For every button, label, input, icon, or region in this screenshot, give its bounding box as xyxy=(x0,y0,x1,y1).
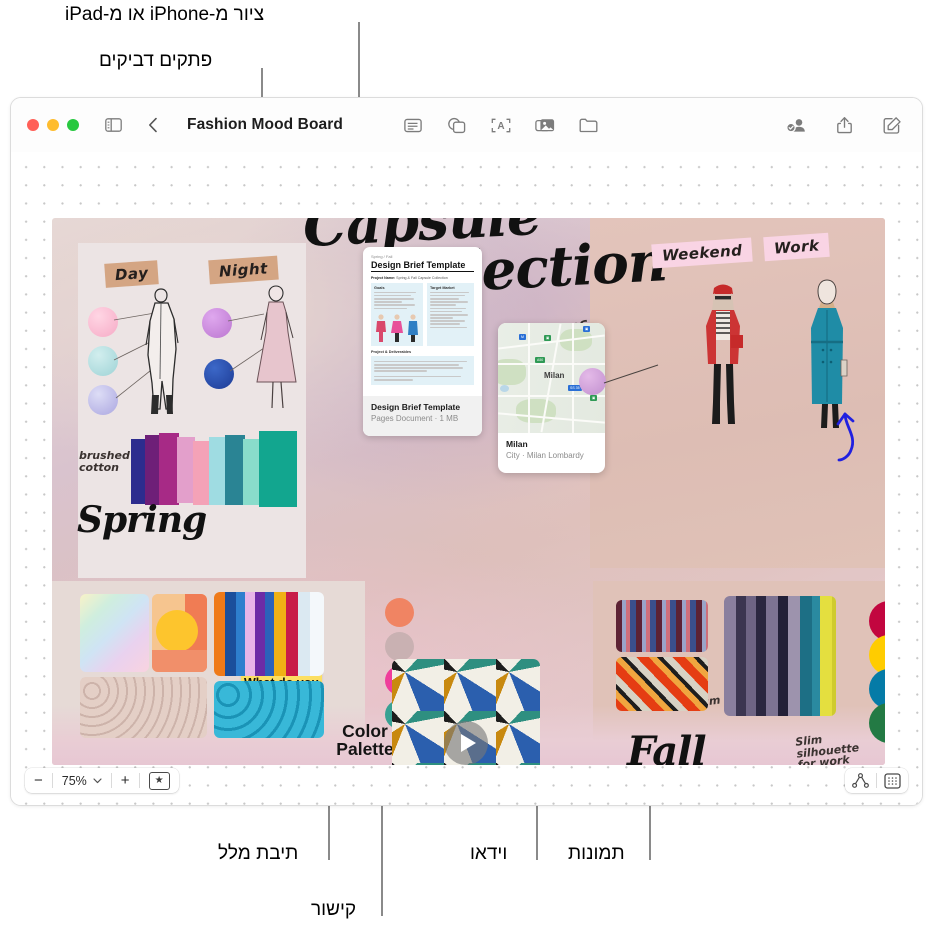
photos-icon[interactable] xyxy=(531,112,559,138)
map-link-card[interactable]: M A50 ▣ ▣ SS 35 ▣ Milan Milan City · Mil… xyxy=(498,323,605,473)
handwriting-slim-silhouette: Slim silhouette for work days xyxy=(794,732,860,765)
fashion-sketch-night xyxy=(256,285,297,409)
sidebar-icon[interactable] xyxy=(99,112,127,138)
zoom-to-fit-button[interactable]: ★ xyxy=(140,768,179,793)
window-titlebar: Fashion Mood Board A xyxy=(11,98,922,153)
document-project-line: Project Name: Spring & Fall Capsule Coll… xyxy=(371,276,474,280)
document-title: Fashion Mood Board xyxy=(187,116,343,133)
photo-tile-turquoise-stones[interactable] xyxy=(214,681,324,738)
traffic-lights xyxy=(27,119,79,131)
document-card-title: Design Brief Template xyxy=(371,402,461,412)
text-box-color-palette[interactable]: Color Palette xyxy=(333,722,397,759)
text-box-icon[interactable]: A xyxy=(487,112,515,138)
photo-tile-orange-textile[interactable] xyxy=(616,657,708,711)
minimize-button[interactable] xyxy=(47,119,59,131)
tape-label-work: Work xyxy=(763,232,831,262)
photo-tile-ribbed-fabric[interactable] xyxy=(724,596,836,716)
map-badge-road-a50: A50 xyxy=(535,357,546,363)
zoom-level-value: 75% xyxy=(61,773,87,788)
callout-video: וידאו xyxy=(470,843,508,864)
document-column-market: Target Market xyxy=(427,283,474,347)
play-triangle-icon xyxy=(460,734,476,752)
map-card-subtitle: City · Milan Lombardy xyxy=(506,451,584,460)
document-column-goals-heading: Goals xyxy=(374,286,385,290)
document-project-label: Project Name: xyxy=(371,276,396,280)
accent-dot-connector xyxy=(603,364,659,384)
view-controls xyxy=(845,768,908,793)
document-project-value: Spring & Fall Capsule Collection xyxy=(396,276,448,280)
svg-text:A: A xyxy=(497,121,504,132)
map-badge-poi-3: ▣ xyxy=(590,395,598,401)
compose-icon[interactable] xyxy=(878,112,906,138)
grid-view-icon[interactable] xyxy=(877,768,908,793)
handwriting-fall: Fall xyxy=(627,728,707,765)
share-icon[interactable] xyxy=(830,112,858,138)
file-folder-icon[interactable] xyxy=(575,112,603,138)
document-link-card[interactable]: Spring / Fall Design Brief Template Proj… xyxy=(363,247,482,436)
map-city-label: Milan xyxy=(544,371,565,380)
map-badge-poi-1: ▣ xyxy=(544,335,552,341)
document-columns: Goals Target Market xyxy=(371,283,474,347)
callout-drawing: ציור מ-iPhone או מ-iPad xyxy=(65,4,265,25)
document-column-goals: Goals xyxy=(371,283,423,347)
chevron-down-icon xyxy=(93,777,102,783)
photo-tile-roses[interactable] xyxy=(80,677,207,738)
collaborate-icon[interactable] xyxy=(782,112,810,138)
callout-photos: תמונות xyxy=(568,843,625,864)
blue-arrow-annotation xyxy=(836,412,855,462)
document-column-market-heading: Target Market xyxy=(430,286,455,290)
map-card-footer: Milan City · Milan Lombardy xyxy=(498,433,605,473)
palette-swatch-left-2[interactable] xyxy=(385,632,414,661)
document-heading: Design Brief Template xyxy=(371,260,474,272)
photo-tile-chevron-knit[interactable] xyxy=(616,600,708,652)
toolbar-insert-group: A xyxy=(399,112,603,138)
photo-tile-watercolor[interactable] xyxy=(80,594,149,672)
back-chevron-icon[interactable] xyxy=(139,112,167,138)
document-card-subtitle: Pages Document · 1 MB xyxy=(371,414,459,423)
document-preview: Spring / Fall Design Brief Template Proj… xyxy=(363,247,482,386)
palette-swatch-left-1[interactable] xyxy=(385,598,414,627)
handwriting-spring: Spring xyxy=(77,499,207,541)
zoom-controls: − 75% + ★ xyxy=(25,768,179,793)
document-kicker: Spring / Fall xyxy=(371,254,393,259)
text-note-icon[interactable] xyxy=(399,112,427,138)
map-badge-transit: M xyxy=(519,334,526,340)
map-card-title: Milan xyxy=(506,439,528,449)
board-canvas[interactable]: Day Night brushed cotton Spring Capsule … xyxy=(11,152,922,805)
zoom-level-menu[interactable]: 75% xyxy=(53,768,111,793)
close-button[interactable] xyxy=(27,119,39,131)
photo-tile-fabric-rolls[interactable] xyxy=(214,592,324,676)
canvas-bottom-bar: − 75% + ★ xyxy=(11,763,922,805)
document-card-footer: Design Brief Template Pages Document · 1… xyxy=(363,396,482,436)
document-section-heading: Project & Deliverables xyxy=(371,350,412,355)
shapes-icon[interactable] xyxy=(443,112,471,138)
callout-sticky-notes: פתקים דביקים xyxy=(99,50,213,71)
connect-objects-icon[interactable] xyxy=(845,768,876,793)
mood-board[interactable]: Day Night brushed cotton Spring Capsule … xyxy=(52,218,885,765)
zoom-in-button[interactable]: + xyxy=(112,768,139,793)
callout-link: קישור xyxy=(311,899,357,920)
freeform-window: Fashion Mood Board A Day Night brushed c… xyxy=(10,97,923,806)
callout-text-box: תיבת מלל xyxy=(218,843,299,864)
toolbar-left-group: Fashion Mood Board xyxy=(99,112,343,138)
photo-tile-abstract-shapes[interactable] xyxy=(152,594,207,672)
zoom-button[interactable] xyxy=(67,119,79,131)
handwriting-brushed-cotton: brushed cotton xyxy=(79,449,130,474)
zoom-out-button[interactable]: − xyxy=(25,768,52,793)
star-box-icon: ★ xyxy=(148,771,170,790)
toolbar-right-group xyxy=(782,112,906,138)
fashion-sketch-weekend xyxy=(706,284,743,424)
video-play-button[interactable] xyxy=(444,721,488,765)
video-tile[interactable] xyxy=(392,659,540,765)
fashion-sketch-day xyxy=(145,288,179,414)
map-badge-poi-2: ▣ xyxy=(583,326,591,332)
